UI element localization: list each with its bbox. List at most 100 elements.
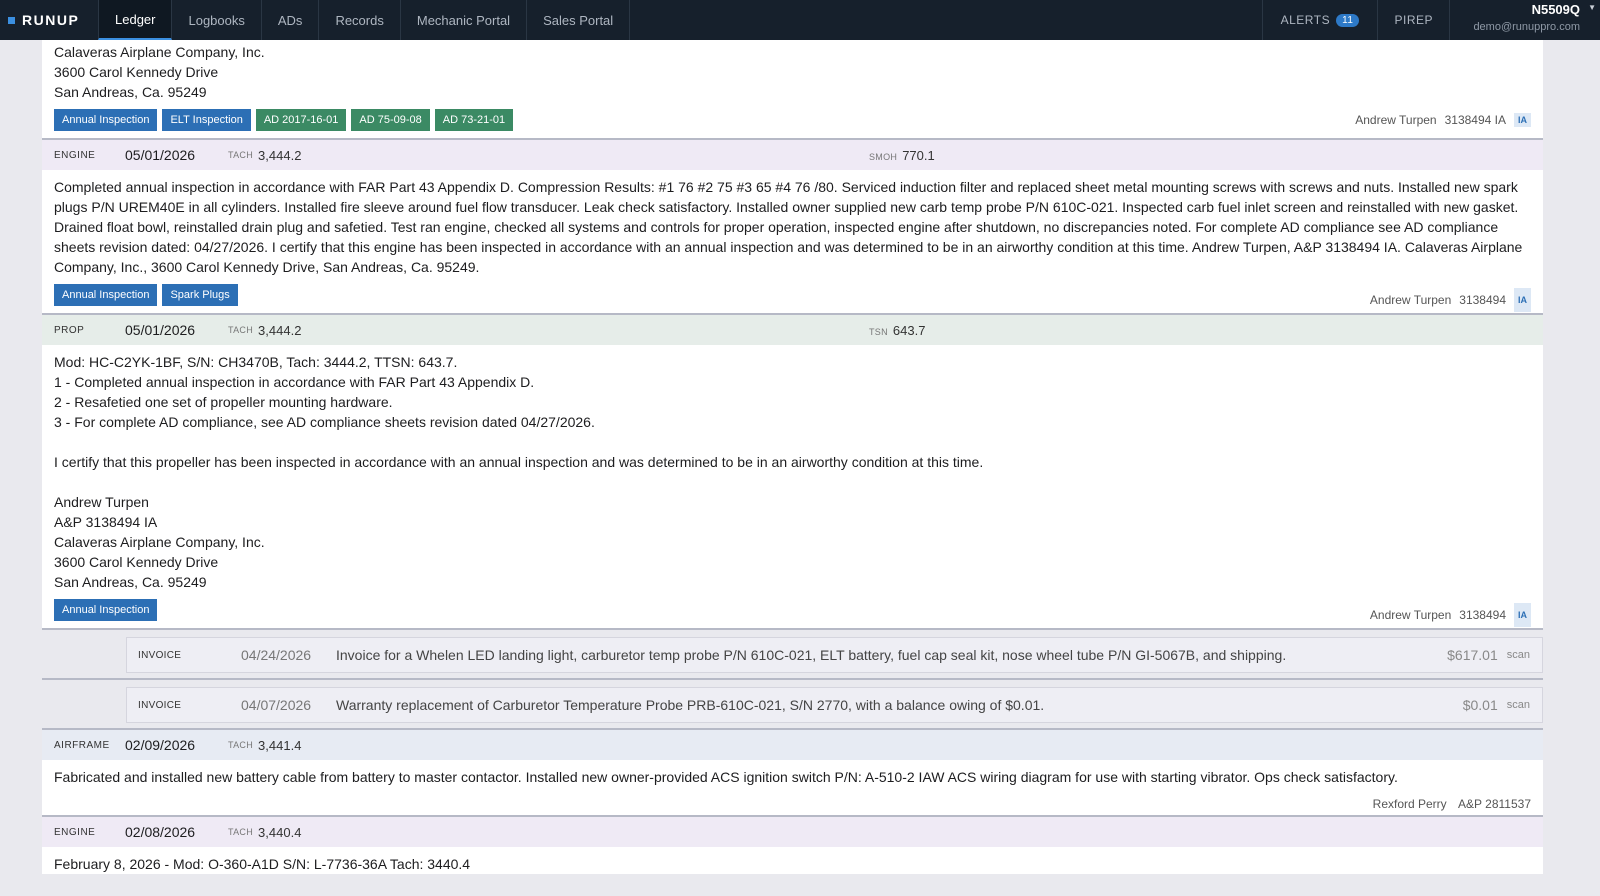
signer-cert: 3138494 bbox=[1459, 608, 1506, 622]
ledger-entry-partial: Calaveras Airplane Company, Inc. 3600 Ca… bbox=[42, 40, 1543, 138]
alerts-count-badge: 11 bbox=[1336, 13, 1360, 27]
signer-cert: 3138494 bbox=[1459, 293, 1506, 307]
entry-header-engine[interactable]: ENGINE 05/01/2026 TACH 3,444.2 SMOH 770.… bbox=[42, 138, 1543, 170]
ledger-list: Calaveras Airplane Company, Inc. 3600 Ca… bbox=[42, 40, 1543, 896]
metric-value: 643.7 bbox=[892, 323, 926, 338]
tab-ads[interactable]: ADs bbox=[262, 0, 320, 40]
brand-logo[interactable]: RUNUP bbox=[0, 0, 98, 40]
entry-line: A&P 3138494 IA bbox=[54, 514, 158, 530]
ia-badge: IA bbox=[1514, 603, 1531, 627]
address-line: San Andreas, Ca. 95249 bbox=[54, 84, 207, 100]
invoice-card[interactable]: INVOICE 04/24/2026 Invoice for a Whelen … bbox=[126, 637, 1543, 673]
entry-type: ENGINE bbox=[54, 826, 96, 838]
pirep-button[interactable]: PIREP bbox=[1378, 0, 1450, 40]
signer-info: Andrew Turpen 3138494 IA IA bbox=[1355, 113, 1531, 127]
entry-header-prop[interactable]: PROP 05/01/2026 TACH 3,444.2 TSN 643.7 bbox=[42, 313, 1543, 345]
signer-name: Rexford Perry bbox=[1372, 797, 1447, 811]
tail-number: N5509Q bbox=[1531, 2, 1580, 17]
entry-body: February 8, 2026 - Mod: O-360-A1D S/N: L… bbox=[42, 847, 1543, 874]
secondary-metric: SMOH 770.1 bbox=[869, 148, 935, 163]
tab-sales-portal[interactable]: Sales Portal bbox=[527, 0, 631, 40]
tab-mechanic-portal[interactable]: Mechanic Portal bbox=[401, 0, 528, 40]
entry-line: Mod: HC-C2YK-1BF, S/N: CH3470B, Tach: 34… bbox=[54, 354, 458, 370]
tag-row: Annual Inspection Spark Plugs Andrew Tur… bbox=[54, 277, 1531, 313]
entry-date: 02/09/2026 bbox=[125, 737, 196, 753]
tab-ledger[interactable]: Ledger bbox=[98, 0, 173, 40]
invoice-description: Invoice for a Whelen LED landing light, … bbox=[336, 647, 1287, 663]
scan-link[interactable]: scan bbox=[1507, 699, 1530, 711]
metric-value: 3,444.2 bbox=[258, 322, 302, 338]
signer-info: Andrew Turpen 3138494 IA bbox=[1370, 288, 1531, 312]
entry-text: February 8, 2026 - Mod: O-360-A1D S/N: L… bbox=[54, 856, 471, 872]
alerts-label: ALERTS bbox=[1280, 13, 1331, 27]
entry-line: San Andreas, Ca. 95249 bbox=[54, 574, 207, 590]
entry-date: 05/01/2026 bbox=[125, 147, 196, 163]
entry-line: Calaveras Airplane Company, Inc. bbox=[54, 534, 265, 550]
invoice-description: Warranty replacement of Carburetor Tempe… bbox=[336, 697, 1045, 713]
tag-annual-inspection[interactable]: Annual Inspection bbox=[54, 109, 158, 131]
alerts-button[interactable]: ALERTS 11 bbox=[1261, 0, 1379, 40]
secondary-metric: TSN 643.7 bbox=[869, 323, 925, 338]
metric-value: 3,444.2 bbox=[258, 147, 302, 163]
invoice-type: INVOICE bbox=[138, 649, 182, 661]
ia-badge: IA bbox=[1514, 113, 1531, 127]
tab-logbooks[interactable]: Logbooks bbox=[172, 0, 262, 40]
invoice-date: 04/24/2026 bbox=[241, 647, 312, 663]
metric-label: TACH bbox=[228, 827, 254, 837]
invoice-amount: $0.01 bbox=[1462, 697, 1498, 713]
signer-name: Andrew Turpen bbox=[1369, 608, 1452, 622]
tag-row: Annual Inspection ELT Inspection AD 2017… bbox=[54, 102, 1531, 138]
entry-date: 02/08/2026 bbox=[125, 824, 196, 840]
tag-elt-inspection[interactable]: ELT Inspection bbox=[162, 109, 251, 131]
metric-value: 770.1 bbox=[902, 148, 935, 163]
tag-ad[interactable]: AD 2017-16-01 bbox=[255, 109, 347, 131]
entry-line: 1 - Completed annual inspection in accor… bbox=[54, 374, 535, 390]
invoice-type: INVOICE bbox=[138, 699, 182, 711]
signer-info: Rexford Perry A&P 2811537 bbox=[54, 787, 1531, 815]
entry-body: Fabricated and installed new battery cab… bbox=[42, 760, 1543, 815]
invoice-row: INVOICE 04/07/2026 Warranty replacement … bbox=[42, 678, 1543, 728]
tag-row: Annual Inspection Andrew Turpen 3138494 … bbox=[54, 592, 1531, 628]
entry-type: PROP bbox=[54, 324, 85, 336]
address-line: 3600 Carol Kennedy Drive bbox=[54, 64, 219, 80]
entry-line: I certify that this propeller has been i… bbox=[54, 454, 984, 470]
signer-cert: A&P 2811537 bbox=[1458, 797, 1531, 811]
tag-spark-plugs[interactable]: Spark Plugs bbox=[162, 284, 238, 306]
metric-value: 3,441.4 bbox=[258, 737, 302, 753]
entry-type: AIRFRAME bbox=[54, 739, 110, 751]
tag-ad[interactable]: AD 73-21-01 bbox=[434, 109, 514, 131]
account-menu[interactable]: N5509Q demo@runuppro.com ▼ bbox=[1450, 0, 1600, 40]
scan-link[interactable]: scan bbox=[1507, 649, 1530, 661]
entry-line: 3600 Carol Kennedy Drive bbox=[54, 554, 219, 570]
signer-cert: 3138494 IA bbox=[1444, 113, 1506, 127]
signer-name: Andrew Turpen bbox=[1369, 293, 1452, 307]
top-nav: RUNUP Ledger Logbooks ADs Records Mechan… bbox=[0, 0, 1600, 40]
entry-type: ENGINE bbox=[54, 149, 96, 161]
metric-label: TSN bbox=[869, 327, 888, 337]
invoice-amount: $617.01 bbox=[1447, 647, 1498, 663]
tag-ad[interactable]: AD 75-09-08 bbox=[351, 109, 430, 131]
signer-name: Andrew Turpen bbox=[1355, 113, 1437, 127]
account-email: demo@runuppro.com bbox=[1473, 21, 1580, 33]
logo-square-icon bbox=[8, 16, 15, 24]
entry-text: Fabricated and installed new battery cab… bbox=[54, 769, 1398, 785]
metric-label: SMOH bbox=[869, 152, 898, 162]
entry-line: 3 - For complete AD compliance, see AD c… bbox=[54, 414, 595, 430]
entry-header-airframe[interactable]: AIRFRAME 02/09/2026 TACH 3,441.4 bbox=[42, 728, 1543, 760]
metric-value: 3,440.4 bbox=[258, 824, 302, 840]
entry-header-engine[interactable]: ENGINE 02/08/2026 TACH 3,440.4 bbox=[42, 815, 1543, 847]
entry-body: Mod: HC-C2YK-1BF, S/N: CH3470B, Tach: 34… bbox=[42, 345, 1543, 628]
tab-records[interactable]: Records bbox=[319, 0, 401, 40]
metric-label: TACH bbox=[228, 325, 254, 335]
metric-label: TACH bbox=[228, 740, 254, 750]
tag-annual-inspection[interactable]: Annual Inspection bbox=[54, 284, 158, 306]
entry-text: Completed annual inspection in accordanc… bbox=[54, 179, 1523, 275]
caret-down-icon: ▼ bbox=[1588, 3, 1596, 12]
metric-label: TACH bbox=[228, 150, 254, 160]
tag-annual-inspection[interactable]: Annual Inspection bbox=[54, 599, 158, 621]
entry-line: 2 - Resafetied one set of propeller moun… bbox=[54, 394, 393, 410]
invoice-card[interactable]: INVOICE 04/07/2026 Warranty replacement … bbox=[126, 687, 1543, 723]
address-line: Calaveras Airplane Company, Inc. bbox=[54, 44, 265, 60]
